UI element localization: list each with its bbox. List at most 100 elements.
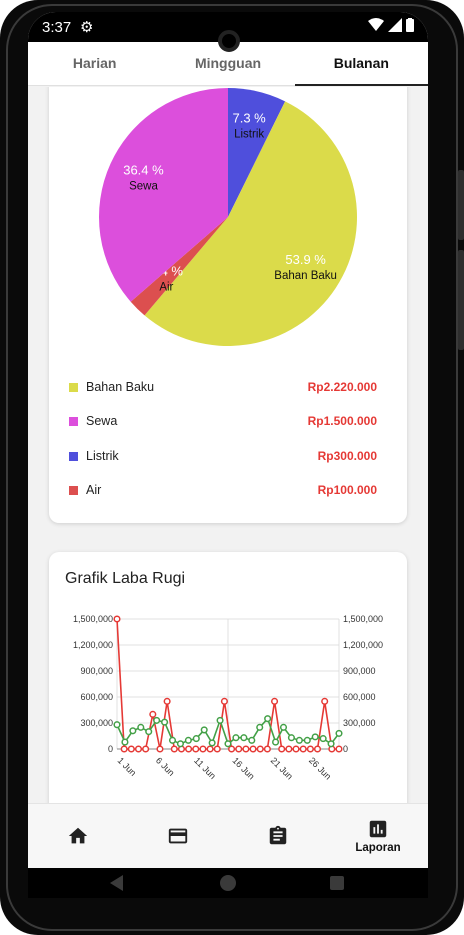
system-navigation-bar (28, 868, 428, 898)
legend-item-bahan-baku: Bahan Baku Rp2.220.000 (69, 377, 377, 397)
y-tick-label-right: 1,200,000 (343, 640, 383, 650)
profit-loss-line-chart: 0 0 300,000 300,000 600,000 600,000 900,000 900… (73, 614, 383, 782)
battery-icon (406, 18, 414, 32)
tab-harian[interactable]: Harian (28, 42, 161, 85)
series-point (240, 734, 248, 742)
x-tick-label: 21 Jun (269, 755, 295, 781)
series-point (113, 721, 121, 729)
legend-label: Bahan Baku (86, 380, 155, 394)
series-point (321, 697, 329, 705)
series-point (192, 745, 200, 753)
series-point (256, 745, 264, 753)
y-tick-label-left: 0 (108, 744, 113, 754)
app-screen: 3:37 ⚙ Harian Mingguan Bulanan 7.3 % List… (28, 12, 428, 868)
legend-amount: Rp100.000 (317, 483, 377, 497)
series-point (153, 716, 161, 724)
legend-swatch (69, 416, 78, 426)
series-point (303, 736, 311, 744)
series-point (199, 745, 207, 753)
series-point (313, 745, 322, 753)
legend-amount: Rp2.220.000 (307, 380, 377, 394)
y-tick-label-right: 0 (343, 744, 348, 754)
series-point (270, 697, 279, 705)
system-nav-buttons (110, 875, 344, 891)
y-tick-label-right: 600,000 (343, 692, 376, 702)
series-point (327, 740, 335, 748)
series-point (127, 745, 135, 753)
series-point (121, 738, 129, 746)
series-point (278, 745, 286, 753)
status-icons (368, 18, 414, 32)
y-tick-label-right: 300,000 (343, 718, 376, 728)
series-point (213, 745, 221, 753)
y-tick-label-left: 1,500,000 (73, 614, 113, 624)
series-point (295, 736, 303, 744)
series-point (184, 736, 192, 744)
expense-pie-chart: 7.3 %Listrik53.9 %Bahan Baku2.4 %Air36.4… (98, 88, 358, 346)
series-point (137, 723, 145, 731)
settings-gear-icon: ⚙ (80, 19, 94, 36)
front-camera (218, 30, 240, 52)
power-button (458, 250, 464, 350)
series-point (156, 745, 164, 753)
series-point (220, 697, 228, 705)
pie-percent-label: 53.9 % (285, 252, 326, 267)
series-point (306, 745, 314, 753)
legend-label: Sewa (86, 414, 118, 428)
x-tick-label: 16 Jun (230, 755, 256, 781)
chart-title: Grafik Laba Rugi (65, 570, 186, 587)
nav-label-laporan: Laporan (355, 842, 401, 854)
series-point (142, 745, 150, 753)
nav-laporan[interactable]: Laporan (328, 804, 428, 868)
series-point (232, 734, 240, 742)
back-icon[interactable] (110, 875, 123, 891)
y-tick-label-left: 900,000 (80, 666, 113, 676)
series-point (279, 723, 288, 731)
series-point (185, 745, 193, 753)
x-tick-label: 26 Jun (307, 755, 333, 781)
series-point (272, 738, 280, 746)
home-circle-icon[interactable] (220, 875, 236, 891)
y-tick-label-left: 600,000 (80, 692, 113, 702)
clipboard-icon (269, 825, 287, 845)
series-point (145, 728, 153, 736)
pie-slice-label: Listrik (234, 129, 264, 141)
wifi-icon (368, 18, 384, 31)
legend-label: Air (86, 483, 102, 497)
series-point (248, 736, 256, 744)
nav-transactions[interactable] (128, 804, 228, 868)
series-point (299, 745, 307, 753)
nav-home[interactable] (28, 804, 128, 868)
home-icon (68, 827, 88, 844)
series-point (228, 745, 236, 753)
series-point (263, 745, 271, 753)
profit-loss-card: Grafik Laba Rugi 0 0 300,000 300,000 600,000… (49, 552, 407, 803)
tab-bulanan[interactable]: Bulanan (294, 42, 428, 86)
series-point (224, 740, 232, 748)
series-point (129, 727, 137, 735)
series-point (242, 745, 250, 753)
legend-swatch (69, 382, 78, 392)
pie-percent-label: 7.3 % (232, 111, 266, 126)
volume-button (458, 170, 464, 240)
series-point (176, 740, 184, 748)
series-point (285, 745, 293, 753)
series-point (206, 745, 214, 753)
series-point (161, 718, 169, 726)
scroll-content[interactable]: 7.3 % Listrik 53.9 % Bahan Baku 2.4 % Air 36.4… (28, 87, 428, 803)
series-point (192, 735, 200, 743)
x-tick-label: 6 Jun (154, 755, 177, 778)
legend-item-air: Air Rp100.000 (69, 480, 377, 500)
series-point (287, 734, 295, 742)
series-point (311, 733, 319, 741)
series-point (235, 745, 243, 753)
legend-swatch (69, 451, 78, 461)
recents-icon[interactable] (330, 876, 344, 890)
series-point (113, 615, 121, 623)
series-point (292, 745, 300, 753)
series-point (319, 735, 327, 743)
nav-records[interactable] (228, 804, 328, 868)
bottom-navigation: Laporan (28, 803, 428, 868)
pie-percent-label: 36.4 % (123, 163, 164, 178)
legend-swatch (69, 485, 78, 495)
